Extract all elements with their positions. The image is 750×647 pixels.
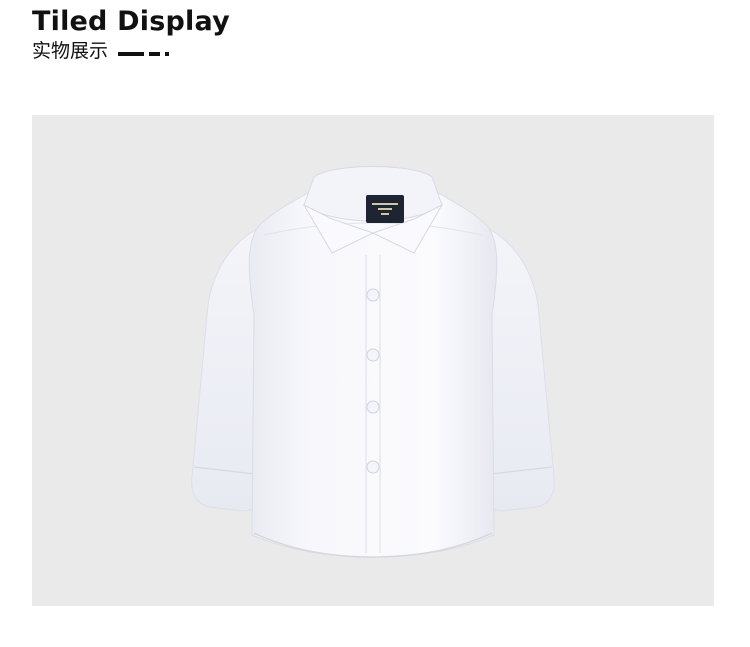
dash-long (118, 52, 145, 56)
decorative-dash-mark (118, 52, 170, 56)
section-subtitle: 实物展示 (32, 40, 109, 62)
dash-dot (165, 52, 170, 56)
section-title: Tiled Display (32, 6, 230, 37)
shirt-body (248, 184, 498, 558)
subtitle-row: 实物展示 (32, 39, 230, 63)
product-photo (32, 115, 714, 606)
dash-short (149, 52, 161, 56)
section-header: Tiled Display 实物展示 (32, 6, 230, 63)
shirt-illustration (191, 166, 555, 558)
